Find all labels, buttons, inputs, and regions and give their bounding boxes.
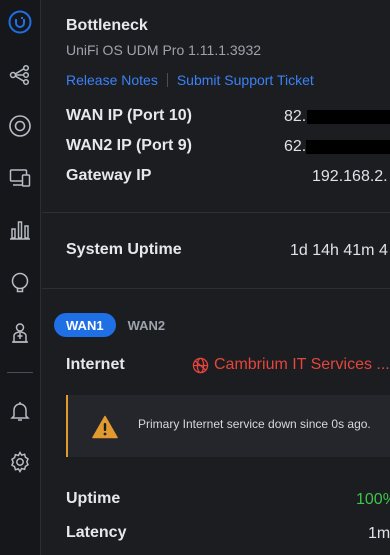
alert-message: Primary Internet service down since 0s a… bbox=[138, 417, 371, 431]
isp-name: Cambrium IT Services ... bbox=[214, 356, 390, 373]
internet-label: Internet bbox=[66, 356, 125, 373]
wan-tabs: WAN1 WAN2 bbox=[54, 313, 177, 337]
support-ticket-link[interactable]: Submit Support Ticket bbox=[177, 72, 314, 88]
tab-wan2[interactable]: WAN2 bbox=[116, 313, 178, 337]
unifi-logo-icon[interactable] bbox=[5, 7, 35, 37]
wan-ip-redaction bbox=[307, 110, 390, 124]
network-icon[interactable] bbox=[5, 111, 35, 141]
link-divider bbox=[166, 73, 168, 87]
device-version: UniFi OS UDM Pro 1.11.1.3932 bbox=[66, 42, 262, 58]
topology-icon[interactable] bbox=[5, 60, 35, 90]
internet-down-alert: Primary Internet service down since 0s a… bbox=[66, 395, 390, 457]
wan-ip-value: 82. bbox=[284, 108, 307, 125]
sidebar bbox=[0, 0, 41, 555]
settings-icon[interactable] bbox=[5, 447, 35, 477]
insights-icon[interactable] bbox=[5, 268, 35, 298]
uptime-label: Uptime bbox=[66, 490, 121, 507]
release-notes-link[interactable]: Release Notes bbox=[66, 72, 158, 88]
globe-icon bbox=[192, 357, 209, 373]
sidebar-divider bbox=[7, 372, 33, 373]
section-divider bbox=[42, 212, 390, 213]
wan2-ip-redaction bbox=[306, 140, 390, 154]
device-links: Release Notes Submit Support Ticket bbox=[66, 72, 314, 88]
admin-icon[interactable] bbox=[5, 318, 35, 348]
system-uptime-value: 1d 14h 41m 4 bbox=[290, 242, 388, 259]
tab-wan1[interactable]: WAN1 bbox=[54, 313, 116, 337]
device-name: Bottleneck bbox=[66, 17, 148, 34]
wan2-ip-value: 62. bbox=[284, 138, 307, 155]
wan2-ip-label: WAN2 IP (Port 9) bbox=[66, 137, 192, 154]
device-panel: Bottleneck UniFi OS UDM Pro 1.11.1.3932 … bbox=[42, 0, 390, 555]
gateway-ip-label: Gateway IP bbox=[66, 167, 152, 184]
section-divider bbox=[42, 288, 390, 289]
gateway-ip-value: 192.168.2. bbox=[312, 168, 388, 185]
warning-icon bbox=[92, 415, 118, 439]
latency-value: 1m bbox=[368, 525, 390, 542]
uptime-value: 100% bbox=[356, 491, 390, 508]
notifications-icon[interactable] bbox=[5, 396, 35, 426]
system-uptime-label: System Uptime bbox=[66, 241, 182, 258]
wan-ip-label: WAN IP (Port 10) bbox=[66, 107, 192, 124]
statistics-icon[interactable] bbox=[5, 215, 35, 245]
devices-icon[interactable] bbox=[5, 163, 35, 193]
latency-label: Latency bbox=[66, 524, 127, 541]
internet-isp-status[interactable]: Cambrium IT Services ... bbox=[192, 356, 390, 374]
